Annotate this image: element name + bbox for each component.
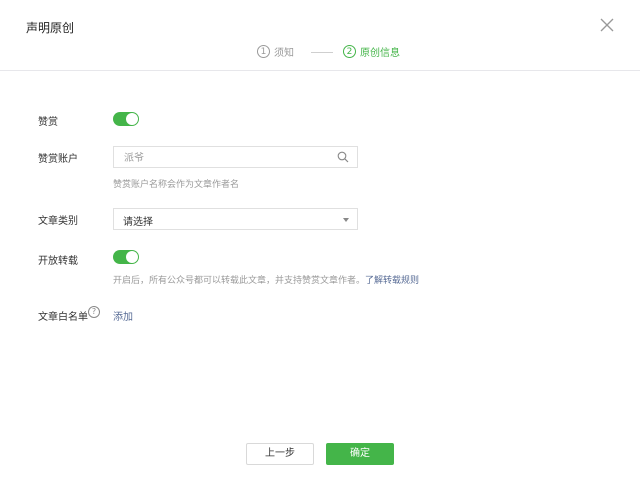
reward-label: 赞赏 (38, 117, 58, 128)
category-selected-value: 请选择 (123, 217, 153, 228)
close-icon[interactable] (597, 15, 617, 35)
reprint-help-text: 开启后，所有公众号都可以转载此文章，并支持赞赏文章作者。 (113, 276, 366, 286)
reprint-label: 开放转载 (38, 256, 78, 267)
confirm-button[interactable]: 确定 (326, 443, 394, 465)
search-icon[interactable] (337, 151, 349, 163)
step-indicator: 1 须知 2 原创信息 (0, 44, 640, 60)
reward-toggle[interactable] (113, 112, 139, 126)
reward-account-field[interactable] (113, 146, 358, 168)
whitelist-label: 文章白名单 (38, 312, 88, 323)
chevron-down-icon (343, 218, 349, 222)
step-2: 2 原创信息 (343, 44, 400, 59)
previous-step-button[interactable]: 上一步 (246, 443, 314, 465)
dialog-title: 声明原创 (26, 21, 75, 35)
dialog-header: 声明原创 1 须知 2 原创信息 (0, 0, 640, 71)
step-1: 1 须知 (257, 44, 294, 59)
category-select[interactable]: 请选择 (113, 208, 358, 230)
reward-account-help: 赞赏账户名称会作为文章作者名 (113, 180, 240, 190)
help-circle-icon[interactable]: ? (88, 306, 100, 318)
reprint-rules-link[interactable]: 了解转载规则 (365, 276, 419, 286)
reprint-toggle[interactable] (113, 250, 139, 264)
step-connector (311, 52, 333, 53)
reward-account-label: 赞赏账户 (38, 154, 78, 165)
step-1-label: 须知 (274, 48, 294, 59)
step-1-number: 1 (257, 45, 270, 58)
whitelist-add-link[interactable]: 添加 (113, 308, 133, 323)
step-2-label: 原创信息 (360, 48, 400, 59)
category-label: 文章类别 (38, 216, 78, 227)
reprint-help: 开启后，所有公众号都可以转载此文章，并支持赞赏文章作者。了解转载规则 (113, 273, 419, 286)
step-2-number: 2 (343, 45, 356, 58)
reward-account-input[interactable] (122, 150, 326, 166)
